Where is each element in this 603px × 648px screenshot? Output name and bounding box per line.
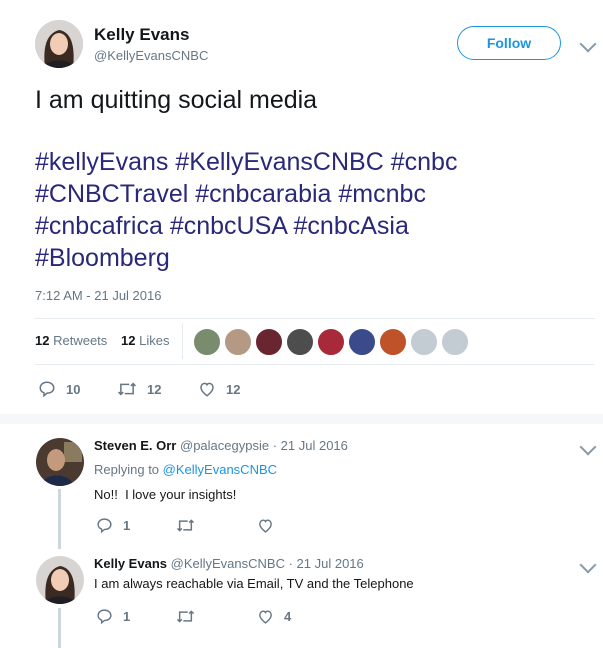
retweets-stat[interactable]: 12 Retweets — [35, 333, 107, 348]
author-photo — [35, 20, 83, 68]
like-count: 4 — [284, 609, 292, 624]
default-avatar[interactable] — [441, 328, 469, 356]
heart-icon — [259, 519, 272, 533]
liker-avatar[interactable] — [224, 328, 252, 356]
hashtag-line-4: #Bloomberg — [35, 244, 170, 273]
reply-icon — [97, 609, 112, 625]
replying-to: Replying to @KellyEvansCNBC — [94, 462, 277, 477]
like-action[interactable]: 12 — [198, 380, 240, 398]
hashtag-line-3: #cnbcafrica #cnbcUSA #cnbcAsia — [35, 212, 409, 241]
reply-count: 1 — [123, 518, 131, 533]
reply-action[interactable]: 1 — [96, 608, 130, 625]
reply-author-name[interactable]: Kelly Evans — [94, 556, 167, 571]
reply-action[interactable]: 10 — [38, 380, 80, 398]
author-avatar[interactable] — [35, 20, 83, 68]
reply-avatar[interactable] — [36, 556, 84, 604]
hashtag-link[interactable]: #Bloomberg — [35, 244, 170, 272]
reply-date[interactable]: · 21 Jul 2016 — [289, 556, 364, 571]
retweets-count: 12 — [35, 333, 50, 348]
thread-line — [58, 608, 61, 648]
hashtag-link[interactable]: #KellyEvansCNBC — [175, 148, 383, 176]
hashtag-link[interactable]: #cnbcUSA — [170, 212, 287, 240]
hashtag-link[interactable]: #mcnbc — [338, 180, 426, 208]
retweets-label: Retweets — [53, 333, 108, 348]
reply-text: I am always reachable via Email, TV and … — [94, 576, 414, 591]
hashtag-link[interactable]: #cnbcafrica — [35, 212, 163, 240]
default-avatar[interactable] — [410, 328, 438, 356]
retweet-action[interactable] — [176, 517, 205, 534]
reply-date[interactable]: · 21 Jul 2016 — [273, 438, 348, 453]
follow-button[interactable]: Follow — [457, 26, 561, 60]
section-divider — [0, 414, 603, 424]
hashtag-line-2: #CNBCTravel #cnbcarabia #mcnbc — [35, 180, 426, 209]
hashtag-link[interactable]: #kellyEvans — [35, 148, 168, 176]
reply-author-photo — [36, 556, 84, 604]
stats-separator — [182, 323, 183, 359]
author-name[interactable]: Kelly Evans — [94, 25, 189, 45]
reply-text: No!! I love your insights! — [94, 487, 237, 502]
like-action[interactable]: 4 — [257, 608, 291, 625]
tweet-text: I am quitting social media — [35, 86, 318, 114]
liker-avatar[interactable] — [348, 328, 376, 356]
hashtag-line-1: #kellyEvans #KellyEvansCNBC #cnbc — [35, 148, 457, 177]
reply-author-name[interactable]: Steven E. Orr — [94, 438, 176, 453]
thread-line — [58, 489, 61, 549]
hashtag-link[interactable]: #cnbcarabia — [195, 180, 331, 208]
replying-to-label: Replying to — [94, 462, 160, 477]
reply-count: 1 — [123, 609, 131, 624]
hashtag-link[interactable]: #cnbcAsia — [294, 212, 409, 240]
divider — [35, 318, 595, 319]
liker-avatar[interactable] — [379, 328, 407, 356]
replying-to-handle[interactable]: @KellyEvansCNBC — [163, 462, 277, 477]
liker-avatar[interactable] — [193, 328, 221, 356]
hashtag-link[interactable]: #CNBCTravel — [35, 180, 188, 208]
reply-avatar[interactable] — [36, 438, 84, 486]
retweet-count: 12 — [147, 381, 162, 397]
reply-action[interactable]: 1 — [96, 517, 130, 534]
liker-avatar[interactable] — [286, 328, 314, 356]
reply-author-handle[interactable]: @KellyEvansCNBC — [171, 556, 285, 571]
reply-icon — [39, 381, 55, 398]
reply-author-handle[interactable]: @palacegypsie — [180, 438, 269, 453]
author-handle[interactable]: @KellyEvansCNBC — [94, 48, 208, 63]
reply-author-photo — [36, 438, 84, 486]
likes-label: Likes — [139, 333, 170, 348]
chevron-down-icon[interactable] — [579, 35, 597, 53]
like-action[interactable] — [257, 517, 284, 534]
likes-stat[interactable]: 12 Likes — [121, 333, 169, 348]
tweet-timestamp[interactable]: 7:12 AM - 21 Jul 2016 — [35, 288, 161, 303]
likers-avatars — [193, 328, 469, 356]
retweet-action[interactable]: 12 — [117, 380, 161, 398]
like-count: 12 — [226, 381, 241, 397]
liker-avatar[interactable] — [317, 328, 345, 356]
hashtag-link[interactable]: #cnbc — [391, 148, 458, 176]
reply-count: 10 — [66, 381, 81, 397]
retweet-icon — [176, 610, 195, 623]
reply-header: Kelly Evans @KellyEvansCNBC · 21 Jul 201… — [94, 556, 364, 571]
retweet-icon — [117, 382, 137, 396]
likes-count: 12 — [121, 333, 136, 348]
retweet-action[interactable] — [176, 608, 205, 625]
divider — [35, 364, 595, 365]
retweet-icon — [176, 519, 195, 532]
heart-icon — [259, 610, 272, 624]
reply-header: Steven E. Orr @palacegypsie · 21 Jul 201… — [94, 438, 348, 453]
chevron-down-icon[interactable] — [579, 438, 597, 456]
heart-icon — [200, 382, 214, 397]
liker-avatar[interactable] — [255, 328, 283, 356]
chevron-down-icon[interactable] — [579, 556, 597, 574]
reply-icon — [97, 518, 112, 534]
